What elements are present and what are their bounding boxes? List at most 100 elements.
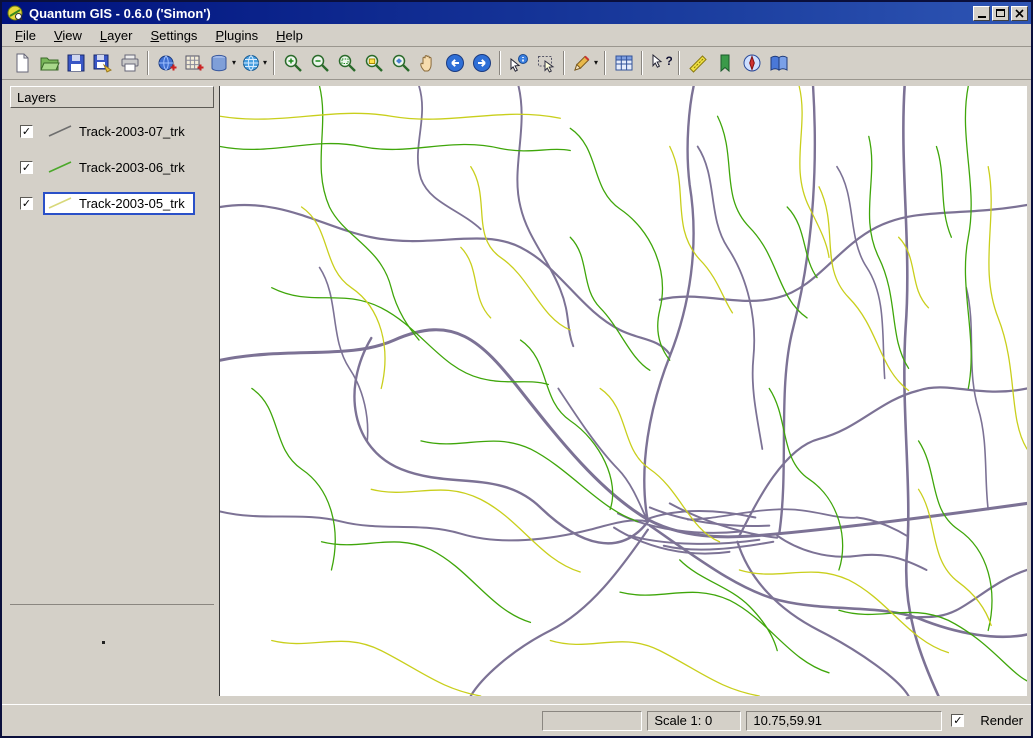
menu-item-view[interactable]: View	[45, 25, 91, 46]
toolbar-new-project-button[interactable]	[8, 50, 35, 77]
toolbar-select-features-button[interactable]	[532, 50, 559, 77]
toolbar-save-project-as-button[interactable]	[89, 50, 116, 77]
layer-label: Track-2003-06_trk	[79, 160, 185, 175]
toolbar-zoom-full-extent-button[interactable]	[333, 50, 360, 77]
overview-extent-marker	[102, 641, 105, 644]
layer-visibility-checkbox[interactable]: ✓	[20, 161, 33, 174]
whats-this-icon: ?	[650, 52, 672, 74]
toolbar-help-contents-button[interactable]	[765, 50, 792, 77]
coordinates-field: 10.75,59.91	[746, 711, 942, 731]
toolbar-identify-features-button[interactable]	[505, 50, 532, 77]
layer-visibility-checkbox[interactable]: ✓	[20, 125, 33, 138]
capture-point-icon	[571, 52, 593, 74]
toolbar-add-postgis-layer-button[interactable]: ▾	[207, 50, 238, 77]
identify-features-icon	[508, 52, 530, 74]
layer-line-swatch-icon	[47, 124, 73, 138]
map-overview-panel[interactable]	[10, 604, 214, 696]
close-button[interactable]	[1011, 6, 1028, 21]
toolbar-zoom-next-button[interactable]	[468, 50, 495, 77]
toolbar-add-wms-layer-button[interactable]: ▾	[238, 50, 269, 77]
add-raster-layer-icon	[183, 52, 205, 74]
layers-panel: Layers ✓ Track-2003-07_trk ✓ Track-2003-06_…	[10, 86, 214, 696]
dropdown-arrow-icon[interactable]: ▾	[594, 59, 598, 67]
toolbar-open-project-button[interactable]	[35, 50, 62, 77]
render-checkbox[interactable]: ✓	[951, 714, 964, 727]
layer-visibility-checkbox[interactable]: ✓	[20, 197, 33, 210]
zoom-out-icon	[309, 52, 331, 74]
add-wms-layer-icon	[240, 52, 262, 74]
toolbar-separator	[678, 51, 680, 75]
window-title: Quantum GIS - 0.6.0 ('Simon')	[29, 6, 971, 21]
map-canvas[interactable]	[220, 86, 1027, 696]
toolbar-separator	[147, 51, 149, 75]
title-bar: Quantum GIS - 0.6.0 ('Simon')	[2, 2, 1031, 24]
toolbar-save-project-button[interactable]	[62, 50, 89, 77]
toolbar-add-raster-layer-button[interactable]	[180, 50, 207, 77]
toolbar-open-attribute-table-button[interactable]	[610, 50, 637, 77]
dropdown-arrow-icon[interactable]: ▾	[263, 59, 267, 67]
close-icon	[1015, 9, 1024, 18]
progress-field	[542, 711, 642, 731]
content-area: Layers ✓ Track-2003-07_trk ✓ Track-2003-06_…	[2, 80, 1031, 704]
dropdown-arrow-icon[interactable]: ▾	[232, 59, 236, 67]
toolbar-pan-map-button[interactable]	[414, 50, 441, 77]
minimize-button[interactable]	[973, 6, 990, 21]
toolbar-whats-this-button[interactable]: ?	[647, 50, 674, 77]
new-bookmark-icon	[714, 52, 736, 74]
layers-panel-title: Layers	[17, 90, 56, 105]
layer-item[interactable]: ✓ Track-2003-06_trk	[20, 154, 214, 180]
menu-bar: FileViewLayerSettingsPluginsHelp	[2, 24, 1031, 47]
zoom-to-layer-icon	[390, 52, 412, 74]
layer-item[interactable]: ✓ Track-2003-05_trk	[20, 190, 214, 216]
menu-item-plugins[interactable]: Plugins	[206, 25, 267, 46]
zoom-last-icon	[444, 52, 466, 74]
new-project-icon	[11, 52, 33, 74]
toolbar-separator	[641, 51, 643, 75]
layer-label: Track-2003-07_trk	[79, 124, 185, 139]
toolbar-print-button[interactable]	[116, 50, 143, 77]
open-project-icon	[38, 52, 60, 74]
print-icon	[119, 52, 141, 74]
toolbar-custom-projection-button[interactable]	[738, 50, 765, 77]
toolbar-capture-point-button[interactable]: ▾	[569, 50, 600, 77]
toolbar-separator	[563, 51, 565, 75]
svg-text:?: ?	[665, 54, 672, 68]
layer-item[interactable]: ✓ Track-2003-07_trk	[20, 118, 214, 144]
menu-item-file[interactable]: File	[6, 25, 45, 46]
open-attribute-table-icon	[613, 52, 635, 74]
toolbar-zoom-to-layer-button[interactable]	[387, 50, 414, 77]
toolbar-new-bookmark-button[interactable]	[711, 50, 738, 77]
menu-item-help[interactable]: Help	[267, 25, 312, 46]
toolbar-zoom-last-button[interactable]	[441, 50, 468, 77]
toolbar-separator	[499, 51, 501, 75]
app-window: Quantum GIS - 0.6.0 ('Simon') FileViewLa…	[0, 0, 1033, 738]
zoom-next-icon	[471, 52, 493, 74]
layer-label: Track-2003-05_trk	[79, 196, 185, 211]
toolbar-zoom-in-button[interactable]	[279, 50, 306, 77]
pan-map-icon	[417, 52, 439, 74]
layer-entry[interactable]: Track-2003-05_trk	[43, 192, 195, 215]
zoom-full-extent-icon	[336, 52, 358, 74]
qgis-app-icon	[7, 5, 23, 21]
help-contents-icon	[768, 52, 790, 74]
maximize-button[interactable]	[992, 6, 1009, 21]
scale-field: Scale 1: 0	[647, 711, 741, 731]
toolbar-separator	[273, 51, 275, 75]
zoom-in-icon	[282, 52, 304, 74]
add-postgis-layer-icon	[209, 52, 231, 74]
menu-item-settings[interactable]: Settings	[141, 25, 206, 46]
layer-line-swatch-icon	[47, 160, 73, 174]
toolbar-zoom-to-selection-button[interactable]	[360, 50, 387, 77]
minimize-icon	[978, 16, 986, 18]
menu-item-layer[interactable]: Layer	[91, 25, 142, 46]
save-project-as-icon	[92, 52, 114, 74]
render-label: Render	[980, 713, 1023, 728]
zoom-to-selection-icon	[363, 52, 385, 74]
toolbar-measure-line-button[interactable]	[684, 50, 711, 77]
render-toggle[interactable]: ✓ Render	[947, 713, 1023, 728]
layer-entry[interactable]: Track-2003-06_trk	[43, 156, 195, 179]
layer-entry[interactable]: Track-2003-07_trk	[43, 120, 195, 143]
toolbar-add-vector-layer-button[interactable]	[153, 50, 180, 77]
map-tracks	[220, 86, 1027, 696]
toolbar-zoom-out-button[interactable]	[306, 50, 333, 77]
